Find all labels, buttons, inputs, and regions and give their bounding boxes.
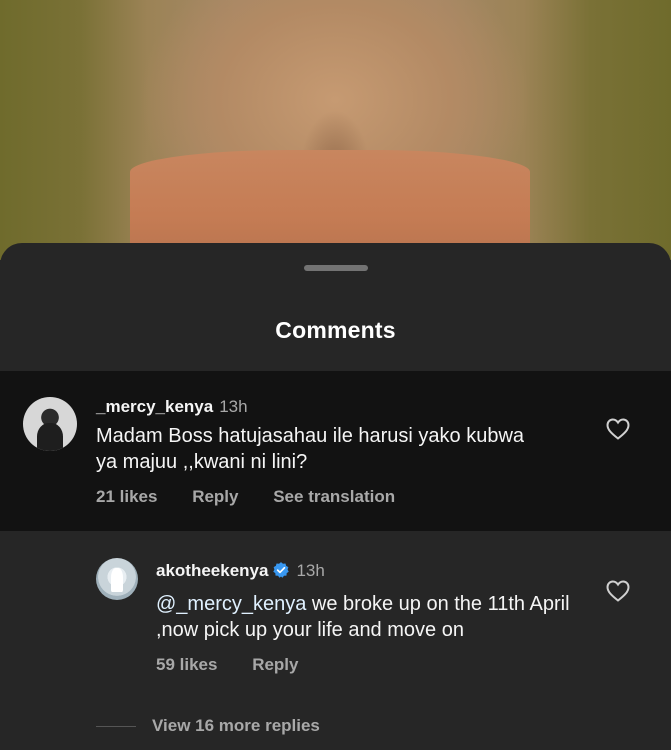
avatar[interactable] [23,397,77,451]
comment-username[interactable]: _mercy_kenya [96,397,213,416]
heart-icon[interactable] [606,418,630,440]
heart-icon[interactable] [606,580,630,602]
view-more-replies-button[interactable]: View 16 more replies [152,716,320,736]
reply-avatar[interactable] [96,558,138,600]
reply-mention[interactable]: @_mercy_kenya [156,593,306,615]
drag-handle[interactable] [304,265,368,271]
reply-text: @_mercy_kenya we broke up on the 11th Ap… [156,591,596,643]
comment-time: 13h [219,397,248,416]
view-more-divider [96,726,136,727]
sheet-title: Comments [275,317,396,343]
reply-likes[interactable]: 59 likes [156,655,217,675]
reply-time: 13h [296,561,325,580]
comment-text: Madam Boss hatujasahau ile harusi yako k… [96,425,525,473]
reply-header: akotheekenya 13h [156,561,325,581]
comment-header: _mercy_kenya 13h [96,397,248,417]
verified-badge-icon [273,562,290,578]
comment-reply-button[interactable]: Reply [192,487,238,507]
comments-sheet: Comments _mercy_kenya 13h Madam Boss hatu… [0,243,671,750]
post-photo-background [0,0,671,260]
reply-meta: 59 likes Reply [156,655,298,675]
see-translation-button[interactable]: See translation [273,487,395,507]
reply-username[interactable]: akotheekenya [156,561,268,580]
comment-meta: 21 likes Reply See translation [96,487,395,507]
reply-reply-button[interactable]: Reply [252,655,298,675]
comment-likes[interactable]: 21 likes [96,487,157,507]
comment-item: _mercy_kenya 13h Madam Boss hatujasahau i… [0,371,671,531]
